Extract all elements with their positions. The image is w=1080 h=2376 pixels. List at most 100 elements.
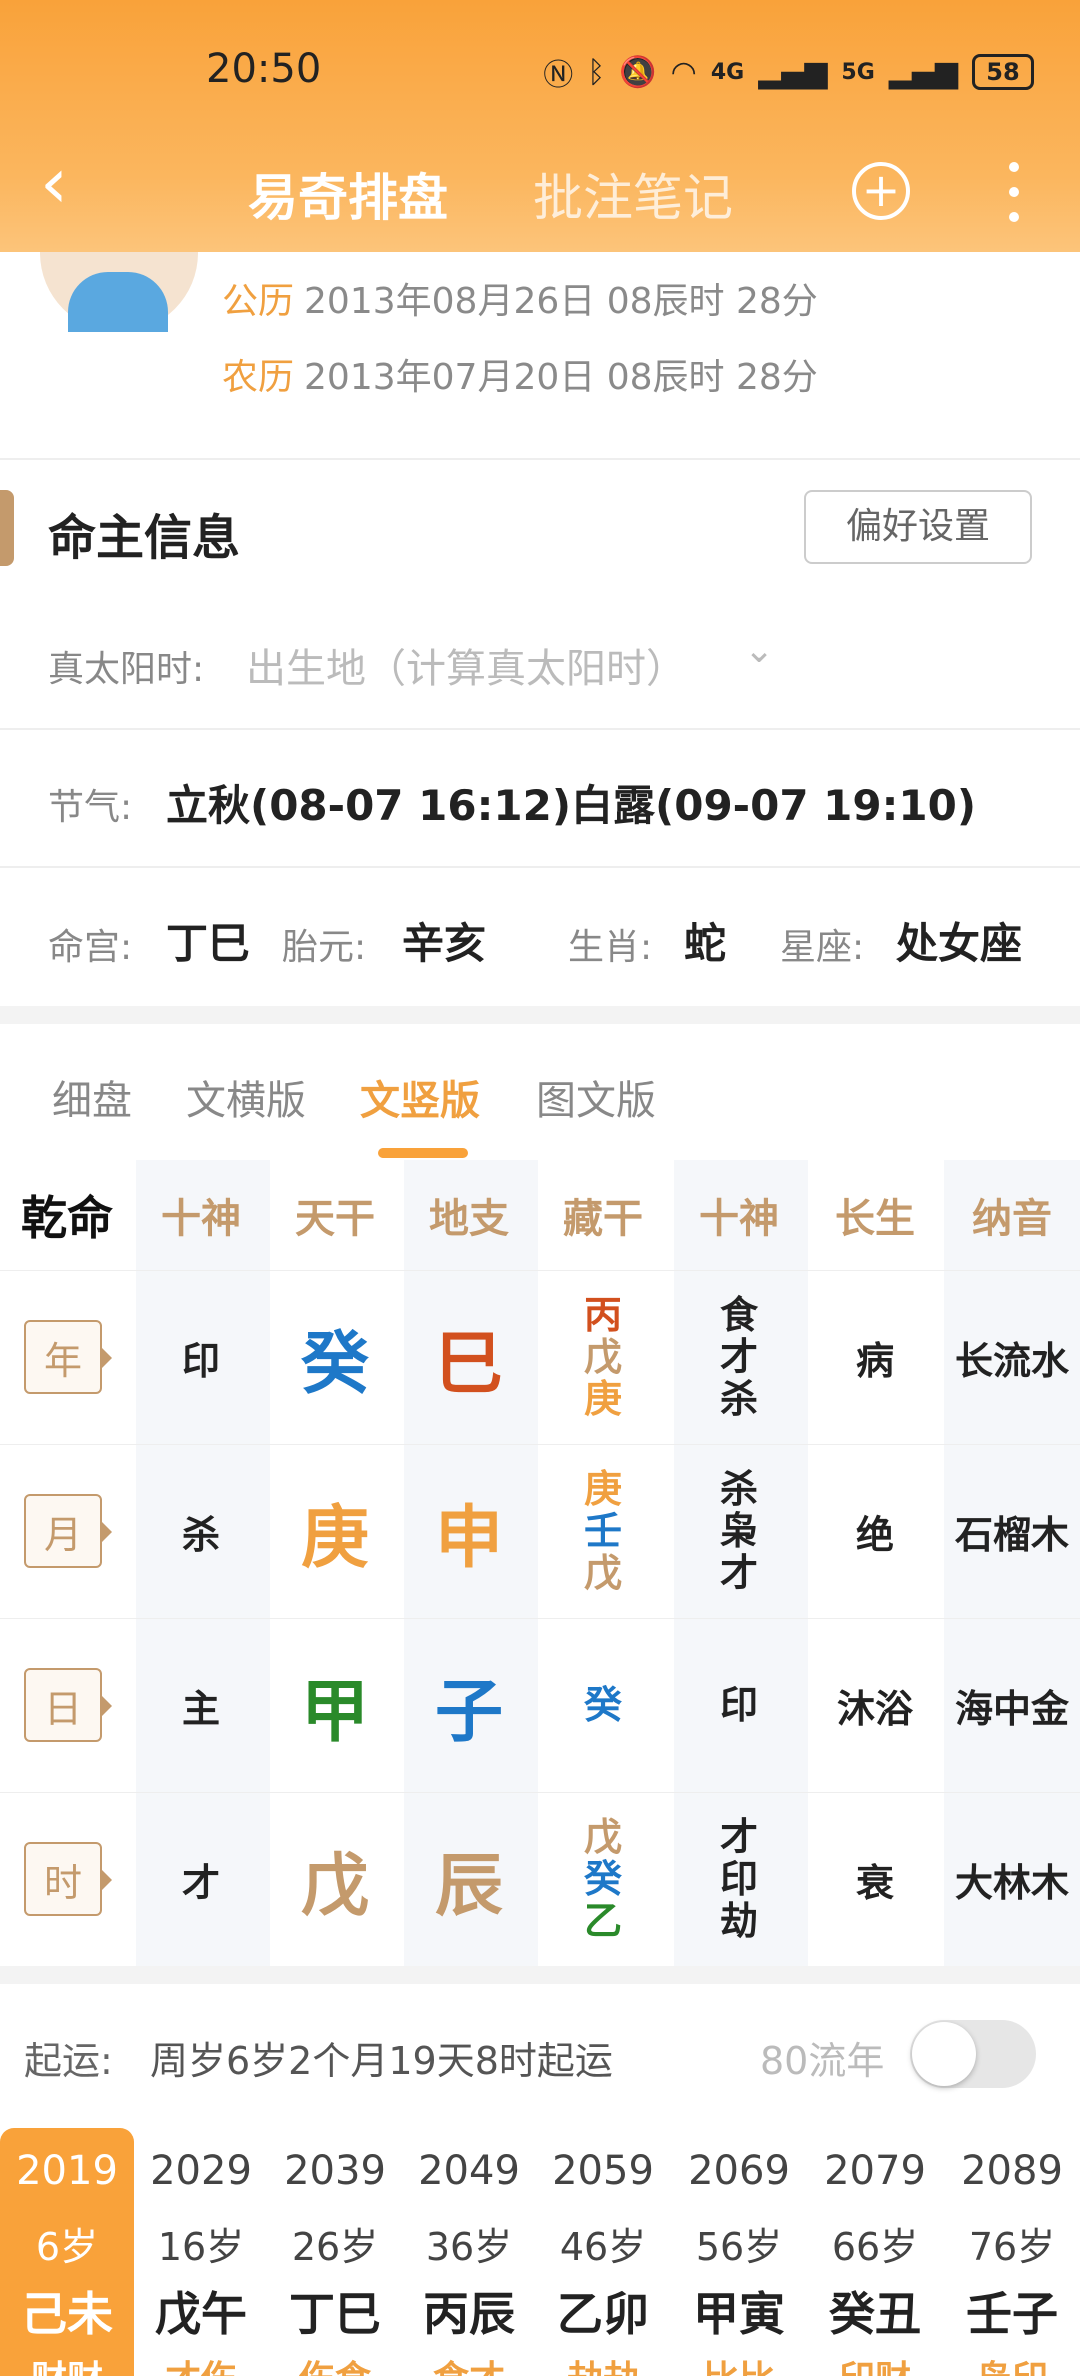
preference-settings-button[interactable]: 偏好设置 xyxy=(804,490,1032,564)
taiyuan-value: 辛亥 xyxy=(402,919,487,968)
dayun-item[interactable]: 2059 46岁 乙卯 劫劫 xyxy=(536,2128,670,2376)
canggan-char: 庚 xyxy=(583,1467,622,1511)
dayun-ganzhi: 己未 xyxy=(21,2287,113,2341)
shishen2-char: 杀 xyxy=(719,1377,758,1421)
header-nayin: 纳音 xyxy=(972,1196,1052,1242)
dayun-year: 2059 xyxy=(552,2148,654,2194)
app-header: 20:50 Ⓝ ᛒ 🔕 ◠ 4G ▂▄▆ 5G ▂▄▆ 58 ‹ 易奇排盘 批注… xyxy=(0,0,1080,252)
changsheng-hour: 衰 xyxy=(855,1860,894,1905)
dayun-shishen: 财财 xyxy=(0,2350,134,2376)
dayun-age: 66岁 xyxy=(831,2225,919,2269)
shishen-month: 杀 xyxy=(181,1512,220,1557)
lunar-date-row: 农历 2013年07月20日 08辰时 28分 xyxy=(222,348,818,400)
signal-bars-icon: ▂▄▆ xyxy=(888,54,958,90)
liunian-toggle[interactable] xyxy=(910,2020,1036,2088)
lunar-date-label: 农历 xyxy=(222,357,295,398)
shishen2-char: 劫 xyxy=(719,1899,758,1943)
changsheng-day: 沐浴 xyxy=(836,1686,913,1731)
canggan-year: 丙 戊 庚 xyxy=(536,1270,670,1444)
avatar[interactable] xyxy=(40,252,198,332)
qiyun-label: 起运: xyxy=(24,2039,113,2083)
title-bar: ‹ 易奇排盘 批注笔记 + xyxy=(0,140,1080,240)
status-icons: Ⓝ ᛒ 🔕 ◠ 4G ▂▄▆ 5G ▂▄▆ 58 xyxy=(543,50,1034,94)
nayin-day: 海中金 xyxy=(954,1686,1069,1731)
dayun-shishen: 枭印 xyxy=(944,2350,1080,2376)
dayun-item[interactable]: 2079 66岁 癸丑 印财 xyxy=(808,2128,942,2376)
pillar-label-year: 年 xyxy=(24,1320,112,1394)
xingzuo-value: 处女座 xyxy=(896,919,1023,968)
tab-wenshuban[interactable]: 文竖版 xyxy=(360,1068,480,1126)
lunar-date-value: 2013年07月20日 08辰时 28分 xyxy=(304,357,818,398)
tab-tuwenban[interactable]: 图文版 xyxy=(536,1068,656,1126)
changsheng-month: 绝 xyxy=(855,1512,894,1557)
shishen-day: 主 xyxy=(181,1686,220,1731)
tab-xipan[interactable]: 细盘 xyxy=(52,1068,132,1126)
solar-time-label: 真太阳时: xyxy=(48,649,205,690)
section-gap xyxy=(0,1006,1080,1024)
dayun-item[interactable]: 2049 36岁 丙辰 食才 xyxy=(402,2128,536,2376)
shishen2-day: 印 xyxy=(672,1618,806,1792)
nayin-hour: 大林木 xyxy=(954,1860,1069,1905)
dayun-item[interactable]: 2089 76岁 壬子 枭印 xyxy=(944,2128,1080,2376)
birthplace-selector[interactable]: 出生地（计算真太阳时） xyxy=(246,636,686,694)
dayun-ganzhi: 乙卯 xyxy=(557,2287,649,2341)
dayun-year: 2079 xyxy=(824,2148,926,2194)
header-canggan: 藏干 xyxy=(563,1196,643,1242)
dayun-age: 46岁 xyxy=(559,2225,647,2269)
changsheng-year: 病 xyxy=(855,1338,894,1383)
shishen2-char: 枭 xyxy=(719,1509,758,1553)
dayun-year: 2029 xyxy=(150,2148,252,2194)
pillar-label-day: 日 xyxy=(24,1668,112,1742)
minggong-value: 丁巳 xyxy=(166,919,251,968)
qiyun-value: 周岁6岁2个月19天8时起运 xyxy=(150,2039,613,2083)
battery-icon: 58 xyxy=(972,54,1034,90)
divider xyxy=(0,728,1080,730)
solar-date-row: 公历 2013年08月26日 08辰时 28分 xyxy=(222,272,818,324)
tiangan-day: 甲 xyxy=(300,1672,369,1752)
chevron-down-icon[interactable]: ⌄ xyxy=(744,630,774,671)
header-dizhi: 地支 xyxy=(429,1196,509,1242)
more-icon[interactable] xyxy=(1004,162,1024,222)
dayun-item[interactable]: 2039 26岁 丁巳 伤食 xyxy=(268,2128,402,2376)
shishen2-char: 食 xyxy=(719,1293,758,1337)
canggan-char: 癸 xyxy=(583,1857,622,1901)
dayun-age: 26岁 xyxy=(291,2225,379,2269)
shishen2-char: 杀 xyxy=(719,1467,758,1511)
chevron-left-icon[interactable]: ‹ xyxy=(40,148,68,218)
jieqi-value: 立秋(08-07 16:12)白露(09-07 19:10) xyxy=(166,781,977,830)
liunian-label: 80流年 xyxy=(760,2039,885,2083)
shishen2-char: 才 xyxy=(719,1815,758,1859)
dayun-shishen: 才伤 xyxy=(134,2350,268,2376)
avatar-shirt xyxy=(68,272,168,332)
canggan-char: 戊 xyxy=(583,1335,622,1379)
dayun-year: 2069 xyxy=(688,2148,790,2194)
header-shishen: 十神 xyxy=(161,1196,241,1242)
canggan-char: 丙 xyxy=(583,1293,622,1337)
dayun-age: 76岁 xyxy=(968,2225,1056,2269)
dayun-item[interactable]: 2029 16岁 戊午 才伤 xyxy=(134,2128,268,2376)
tab-wenhengban[interactable]: 文横版 xyxy=(186,1068,306,1126)
dayun-item[interactable]: 2069 56岁 甲寅 比比 xyxy=(672,2128,806,2376)
solar-date-label: 公历 xyxy=(222,281,295,322)
shishen2-month: 杀 枭 才 xyxy=(672,1444,806,1618)
shishen2-char: 印 xyxy=(719,1857,758,1901)
canggan-hour: 戊 癸 乙 xyxy=(536,1792,670,1966)
dayun-ganzhi: 癸丑 xyxy=(829,2287,921,2341)
tab-yiqi-paipan[interactable]: 易奇排盘 xyxy=(248,158,448,230)
dayun-item[interactable]: 2019 6岁 己未 财财 xyxy=(0,2128,134,2376)
canggan-char: 乙 xyxy=(583,1899,622,1943)
pillar-label-hour: 时 xyxy=(24,1842,112,1916)
taiyuan-label: 胎元: xyxy=(282,927,367,968)
canggan-char: 戊 xyxy=(583,1551,622,1595)
dayun-ganzhi: 丙辰 xyxy=(423,2287,515,2341)
add-icon[interactable]: + xyxy=(852,162,910,220)
canggan-month: 庚 壬 戊 xyxy=(536,1444,670,1618)
header-changsheng: 长生 xyxy=(835,1196,915,1242)
dayun-year: 2019 xyxy=(16,2148,118,2194)
tab-pizhu-biji[interactable]: 批注笔记 xyxy=(533,158,733,230)
shishen2-char: 才 xyxy=(719,1551,758,1595)
active-tab-indicator xyxy=(378,1148,468,1158)
dayun-age: 56岁 xyxy=(695,2225,783,2269)
canggan-char: 戊 xyxy=(583,1815,622,1859)
shishen2-char: 印 xyxy=(719,1683,758,1727)
